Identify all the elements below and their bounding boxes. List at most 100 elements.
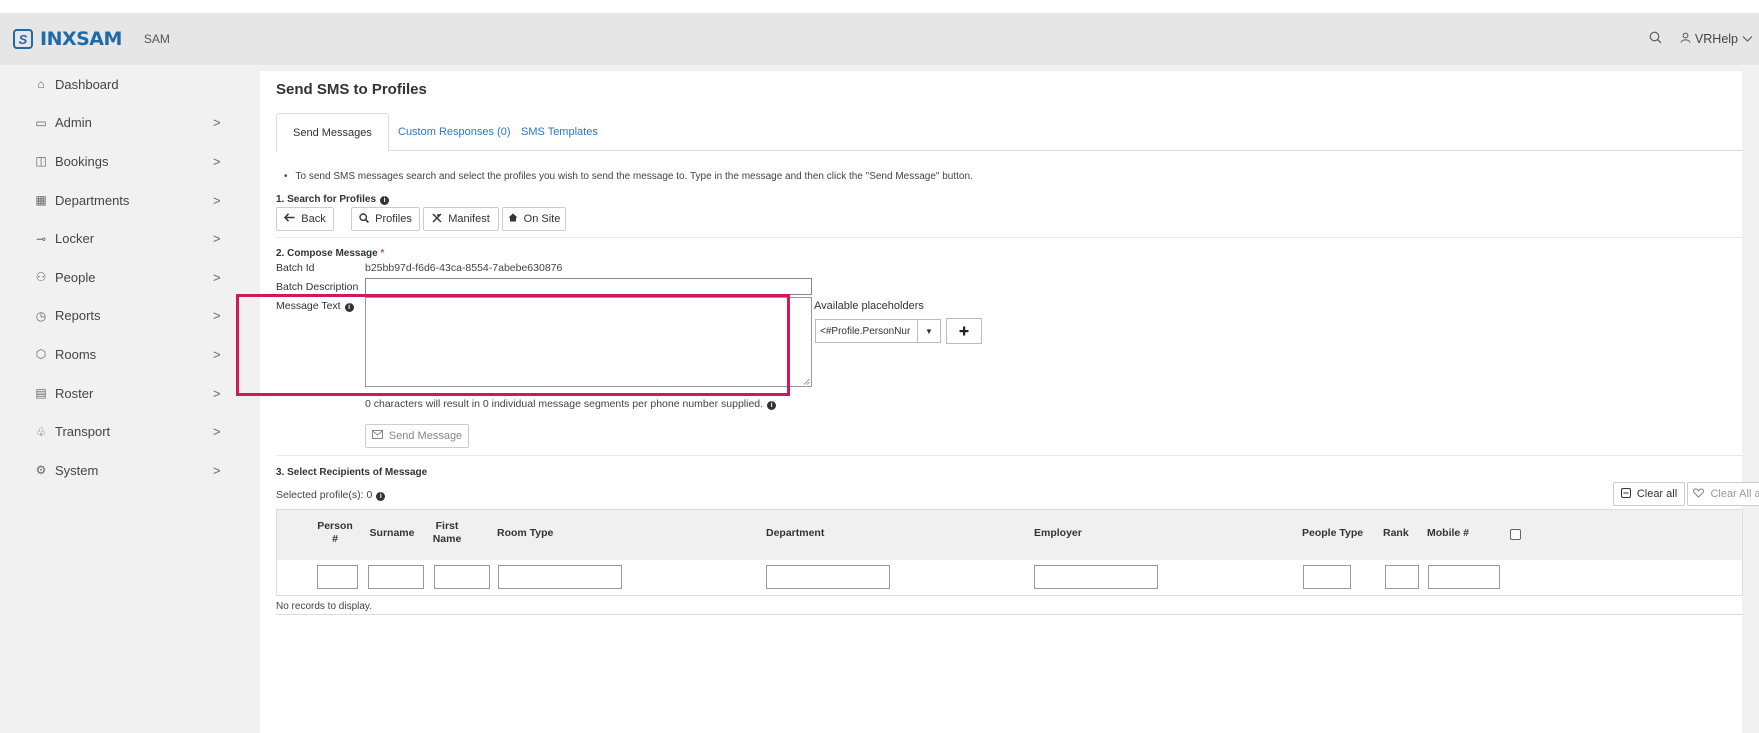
- filter-first-name-input[interactable]: [434, 565, 490, 589]
- back-button[interactable]: Back: [276, 207, 334, 231]
- column-header-people-type[interactable]: People Type: [1302, 527, 1363, 540]
- sidebar-item-dashboard[interactable]: ⌂ Dashboard: [0, 65, 260, 104]
- filter-person-input[interactable]: [317, 565, 358, 589]
- search-icon: [359, 212, 370, 226]
- manifest-button[interactable]: Manifest: [423, 207, 499, 231]
- sidebar-item-bookings[interactable]: ◫ Bookings >: [0, 142, 260, 181]
- tab-sms-templates[interactable]: SMS Templates: [505, 113, 614, 151]
- content-card: Send SMS to Profiles Send Messages Custo…: [236, 71, 1759, 733]
- batch-id-label: Batch Id: [276, 262, 315, 274]
- column-header-surname[interactable]: Surname: [367, 527, 417, 540]
- segments-note-text: 0 characters will result in 0 individual…: [365, 398, 764, 410]
- column-header-employer[interactable]: Employer: [1034, 527, 1082, 540]
- filter-rank-input[interactable]: [1385, 565, 1419, 589]
- sidebar-item-label: Dashboard: [55, 76, 119, 92]
- selected-profiles-text: Selected profile(s): 0: [276, 489, 373, 501]
- search-section-title: 1. Search for Profiles: [276, 194, 377, 205]
- required-mark: *: [380, 248, 385, 259]
- column-header-first-name[interactable]: First Name: [429, 520, 465, 546]
- chevron-right-icon: >: [213, 462, 221, 478]
- chevron-right-icon: >: [213, 192, 221, 208]
- search-section-label: 1. Search for Profiles i: [276, 194, 390, 205]
- user-menu[interactable]: VRHelp: [1680, 32, 1753, 46]
- main-area: Send SMS to Profiles Send Messages Custo…: [236, 65, 1759, 733]
- send-message-button[interactable]: Send Message: [365, 424, 469, 448]
- profiles-button-label: Profiles: [375, 213, 412, 225]
- profiles-button[interactable]: Profiles: [351, 207, 420, 231]
- filter-people-type-input[interactable]: [1303, 565, 1351, 589]
- sidebar-item-rooms[interactable]: ⬡ Rooms >: [0, 335, 260, 374]
- folder-icon: ▭: [35, 115, 47, 130]
- filter-room-type-input[interactable]: [498, 565, 622, 589]
- clear-all-button[interactable]: Clear all: [1613, 482, 1685, 506]
- info-icon[interactable]: i: [767, 401, 777, 410]
- sidebar-item-label: Locker: [55, 231, 95, 247]
- chevron-right-icon: >: [213, 153, 221, 169]
- chevron-right-icon: >: [213, 231, 221, 247]
- instructions-text: To send SMS messages search and select t…: [276, 171, 973, 182]
- placeholder-select[interactable]: <#Profile.PersonNur: [815, 319, 919, 343]
- clipboard-icon: ▤: [35, 386, 47, 401]
- clear-all-label: Clear all: [1636, 488, 1678, 500]
- filter-department-input[interactable]: [766, 565, 890, 589]
- info-icon[interactable]: i: [380, 196, 390, 205]
- message-text-highlight: [236, 294, 790, 396]
- on-site-button-label: On Site: [523, 213, 561, 225]
- filter-surname-input[interactable]: [368, 565, 424, 589]
- logo-icon: S: [13, 29, 33, 49]
- batch-description-input[interactable]: [365, 278, 812, 295]
- manifest-button-label: Manifest: [448, 213, 490, 225]
- filter-employer-input[interactable]: [1034, 565, 1158, 589]
- key-icon: ⊸: [35, 231, 47, 246]
- sidebar-item-label: Departments: [55, 192, 130, 208]
- sidebar-item-transport[interactable]: ♧ Transport >: [0, 412, 260, 451]
- sidebar-item-label: System: [55, 462, 99, 478]
- tab-send-messages[interactable]: Send Messages: [276, 113, 389, 152]
- segments-note: 0 characters will result in 0 individual…: [365, 398, 777, 410]
- rooms-icon: ⬡: [35, 347, 47, 362]
- chevron-right-icon: >: [213, 424, 221, 440]
- sidebar-item-label: Admin: [55, 115, 92, 131]
- plane-icon: [432, 213, 442, 226]
- clock-icon: ◷: [35, 308, 47, 323]
- search-icon[interactable]: [1649, 31, 1662, 47]
- sidebar-item-label: People: [55, 269, 96, 285]
- filter-mobile-input[interactable]: [1428, 565, 1500, 589]
- column-header-department[interactable]: Department: [766, 527, 824, 540]
- user-icon: [1680, 32, 1691, 46]
- sidebar-item-admin[interactable]: ▭ Admin >: [0, 104, 260, 143]
- chevron-right-icon: >: [213, 308, 221, 324]
- clear-all-monitor-label: Clear All and Monitor: [1710, 488, 1759, 500]
- column-header-room-type[interactable]: Room Type: [497, 527, 553, 540]
- batch-description-label: Batch Description: [276, 281, 359, 293]
- recipients-section-label: 3. Select Recipients of Message: [276, 467, 428, 478]
- caret-down-icon[interactable]: ▼: [917, 319, 941, 343]
- add-placeholder-button[interactable]: [946, 318, 982, 344]
- sidebar-item-roster[interactable]: ▤ Roster >: [0, 374, 260, 413]
- column-header-rank[interactable]: Rank: [1383, 527, 1409, 540]
- sidebar-item-people[interactable]: ⚇ People >: [0, 258, 260, 297]
- sidebar-item-locker[interactable]: ⊸ Locker >: [0, 219, 260, 258]
- select-all-checkbox[interactable]: [1510, 529, 1521, 540]
- sidebar-item-reports[interactable]: ◷ Reports >: [0, 297, 260, 336]
- sidebar-item-departments[interactable]: ▦ Departments >: [0, 181, 260, 220]
- sidebar: ⌂ Dashboard ▭ Admin > ◫ Bookings > ▦ Departments >…: [0, 65, 260, 733]
- column-header-mobile[interactable]: Mobile #: [1427, 527, 1469, 540]
- placeholders-label: Available placeholders: [814, 300, 924, 312]
- column-header-person[interactable]: Person #: [317, 520, 353, 546]
- chevron-down-icon: [1742, 32, 1753, 46]
- sidebar-item-system[interactable]: ⚙ System >: [0, 451, 260, 490]
- chevron-right-icon: >: [213, 346, 221, 362]
- people-icon: ⚇: [35, 270, 47, 285]
- send-message-label: Send Message: [388, 430, 463, 442]
- top-header: S INXSAM SAM VRHelp: [0, 13, 1759, 65]
- clear-all-monitor-button[interactable]: Clear All and Monitor: [1687, 482, 1759, 506]
- recipients-grid-filter-row: [276, 560, 1743, 596]
- page-title: Send SMS to Profiles: [276, 81, 427, 98]
- envelope-icon: [371, 430, 383, 442]
- building-icon: ▦: [35, 193, 47, 208]
- on-site-button[interactable]: On Site: [502, 207, 566, 231]
- info-icon[interactable]: i: [376, 492, 386, 501]
- sidebar-item-label: Reports: [55, 308, 101, 324]
- sidebar-item-label: Bookings: [55, 153, 109, 169]
